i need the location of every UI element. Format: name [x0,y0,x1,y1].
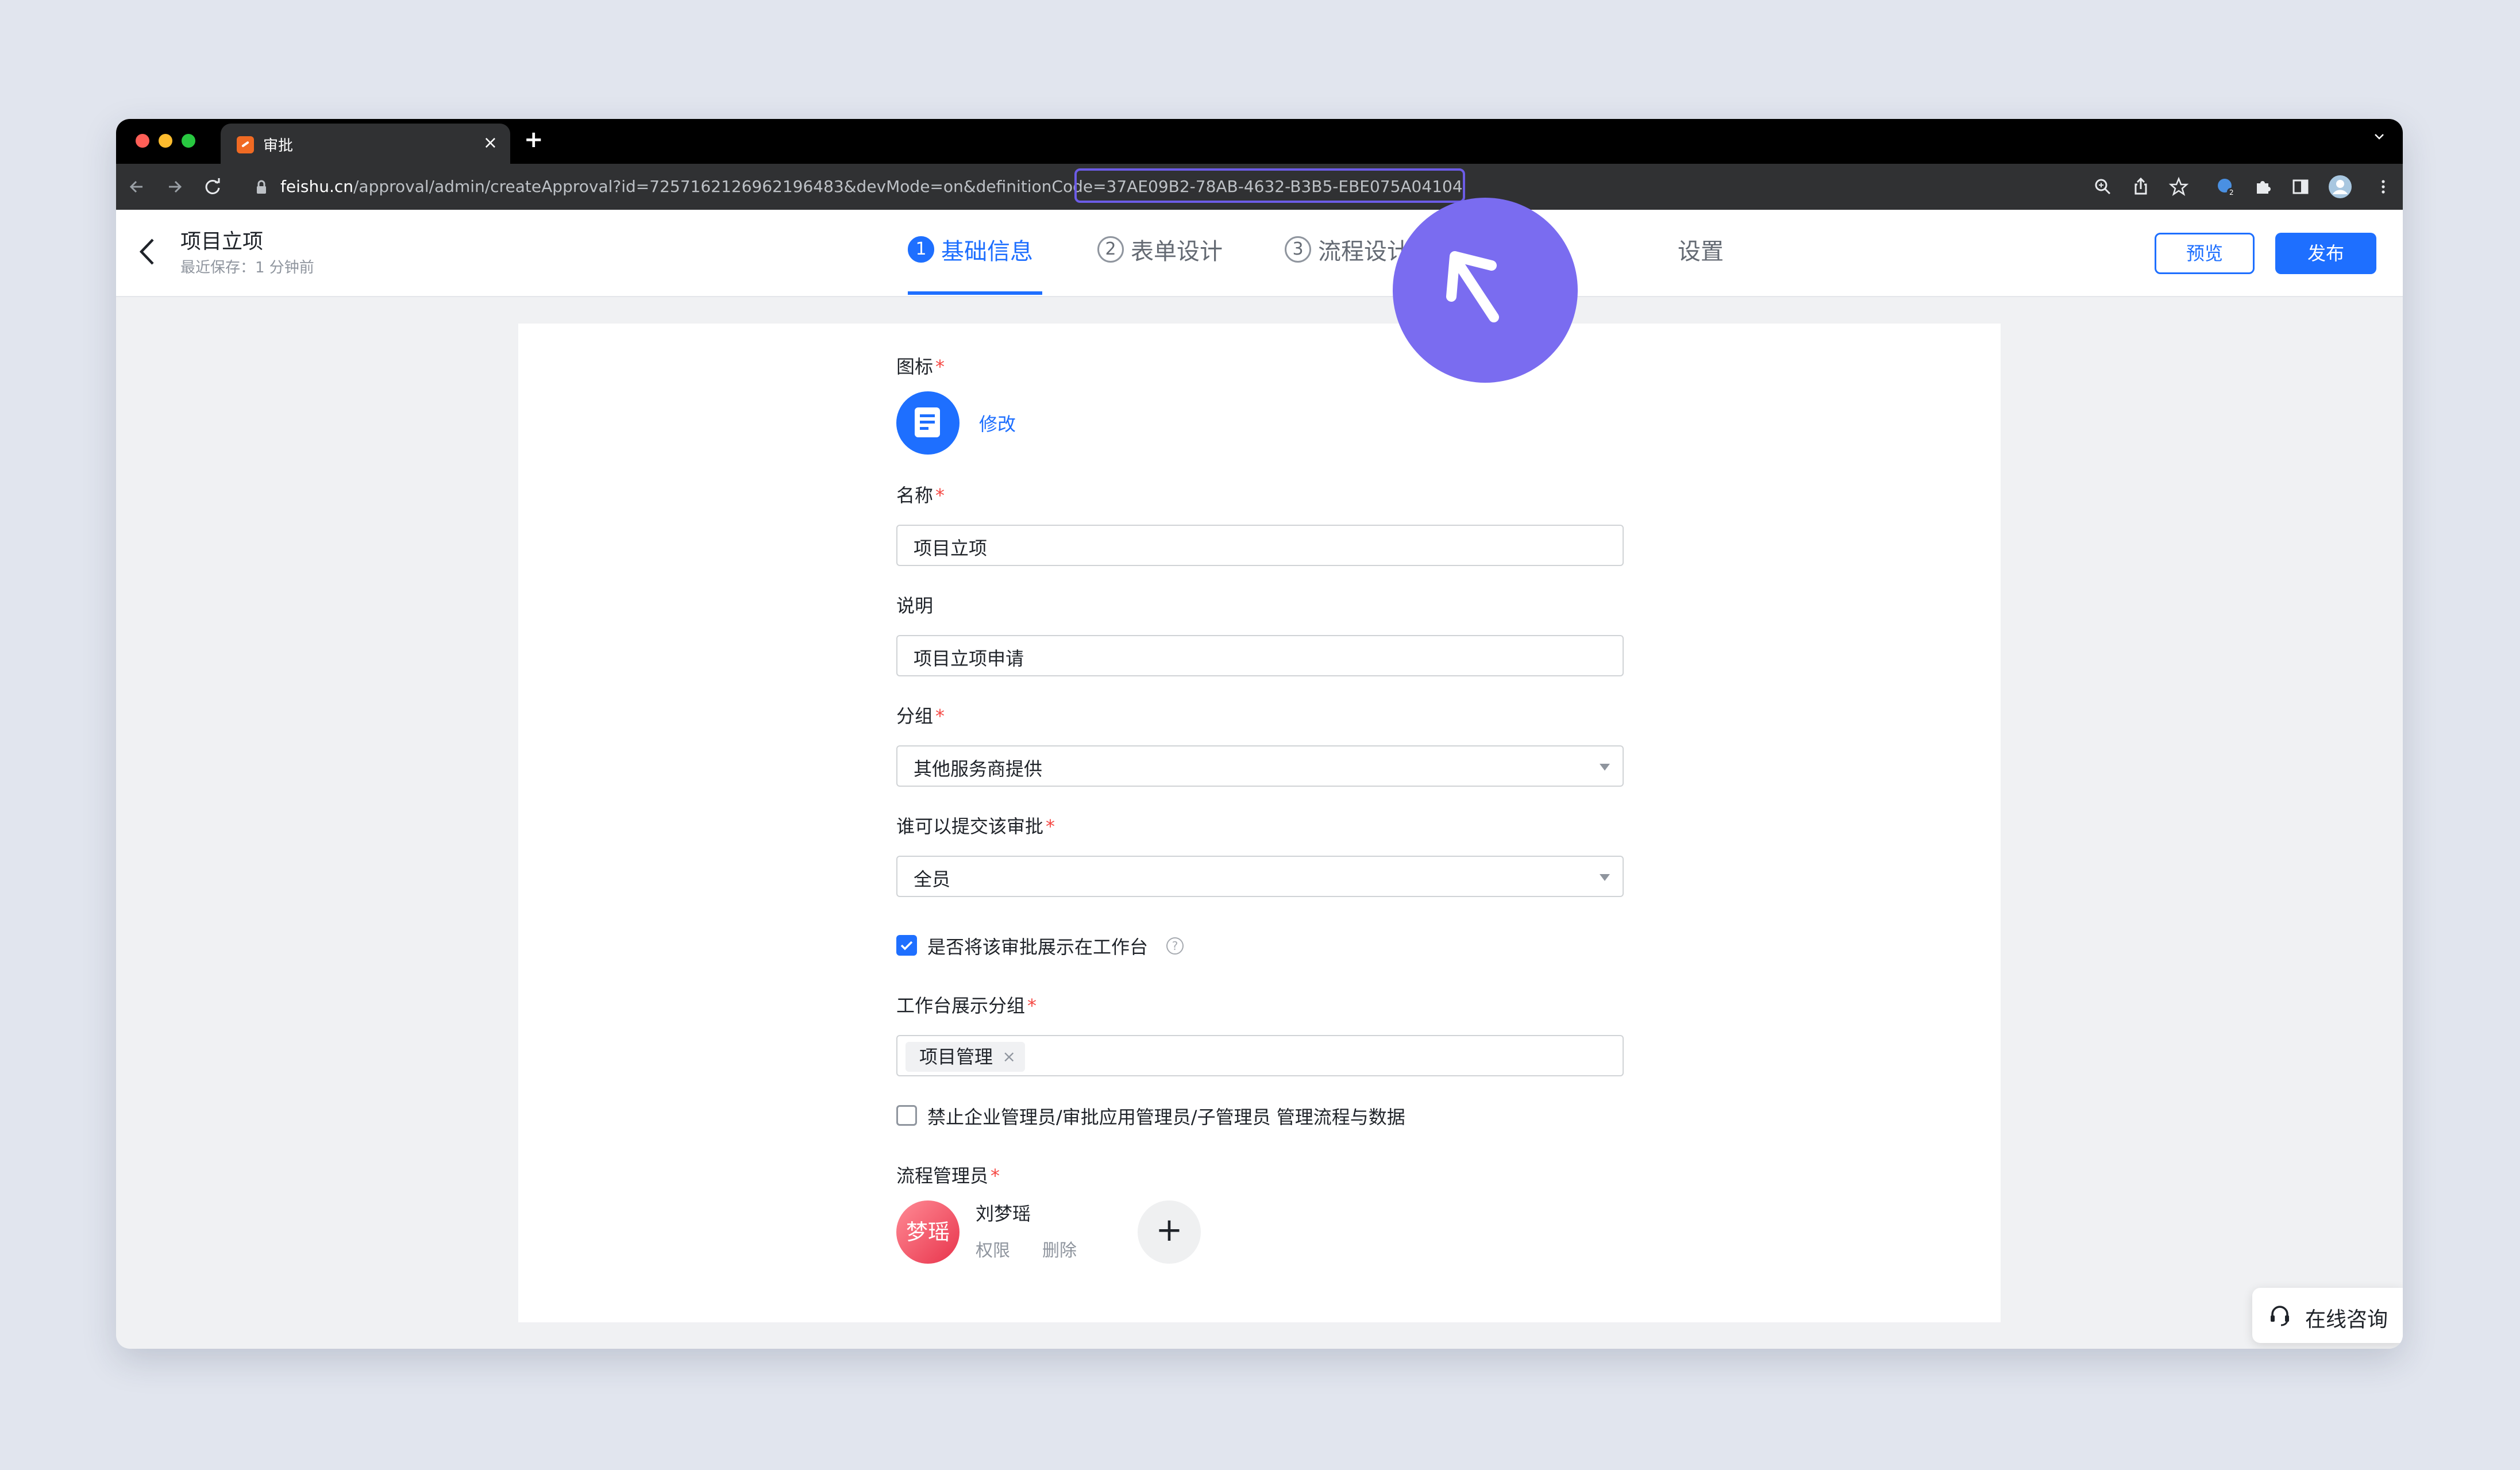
maximize-window-button[interactable] [182,134,195,148]
tab-close-icon[interactable]: × [483,132,498,155]
minimize-window-button[interactable] [159,134,172,148]
show-workbench-label[interactable]: 是否将该审批展示在工作台 [927,933,1148,959]
required-mark: * [935,705,945,727]
active-step-indicator [908,291,1042,295]
admin-name: 刘梦瑶 [976,1203,1031,1225]
tag-remove-icon[interactable]: × [1003,1042,1016,1072]
required-mark: * [1027,995,1037,1017]
selected-tag: 项目管理 × [905,1042,1026,1072]
cursor-overlay [1393,198,1578,383]
label-text: 名称 [896,484,934,506]
step-settings[interactable]: 设置 [1678,233,1724,267]
browser-tab[interactable]: 审批 × [221,124,510,164]
forbid-admins-checkbox[interactable] [896,1105,917,1126]
step-label: 基础信息 [941,238,1033,265]
step-label: 流程设计 [1318,238,1410,265]
step-basic-info[interactable]: 1 基础信息 [908,233,1033,267]
help-icon[interactable]: ? [1166,937,1184,955]
description-field-label: 说明 [896,595,934,617]
chevron-down-icon[interactable] [2374,132,2384,142]
name-input-value: 项目立项 [914,537,988,559]
forward-arrow-icon[interactable] [164,176,185,197]
app-header: 项目立项 最近保存：1 分钟前 1 基础信息 2 表单设计 3 流程设计 设置 预览 … [116,210,2403,297]
back-icon[interactable] [133,232,162,272]
label-text: 图标 [896,356,934,378]
url-code-highlight [1074,168,1465,203]
kebab-menu-icon[interactable] [2373,176,2394,197]
dropdown-caret-icon [1600,764,1610,771]
lock-icon[interactable] [254,179,269,196]
approval-favicon-icon [237,136,254,153]
workbench-group-multiselect[interactable]: 项目管理 × [896,1035,1624,1076]
star-icon[interactable] [2168,176,2189,197]
required-mark: * [935,484,945,506]
group-field-label: 分组 * [896,702,945,728]
approval-app-icon[interactable] [896,391,960,455]
tab-strip: 审批 × + [116,119,2403,164]
description-input[interactable]: 项目立项申请 [896,635,1624,676]
zoom-icon[interactable] [2093,176,2113,197]
url-host: feishu.cn [280,177,353,196]
required-mark: * [991,1165,1000,1187]
url-path: /approval/admin/createApproval?id=725716… [353,177,1107,196]
modify-icon-link[interactable]: 修改 [979,410,1016,436]
svg-text:2: 2 [2229,188,2234,197]
group-select-value: 其他服务商提供 [914,758,1043,780]
admin-delete-link[interactable]: 删除 [1042,1236,1077,1261]
show-workbench-checkbox[interactable] [896,935,917,956]
address-bar: feishu.cn/approval/admin/createApproval?… [116,164,2403,210]
online-consult-label: 在线咨询 [2305,1308,2388,1332]
document-icon [915,407,940,437]
headset-icon [2271,1306,2289,1326]
step-number: 2 [1097,236,1124,263]
label-text: 分组 [896,705,934,727]
step-label: 表单设计 [1131,238,1223,265]
online-consult-button[interactable]: 在线咨询 [2252,1288,2403,1343]
publish-button[interactable]: 发布 [2275,233,2376,274]
add-admin-button[interactable]: + [1138,1200,1201,1264]
label-text: 流程管理员 [896,1165,989,1187]
name-field-label: 名称 * [896,481,945,507]
cursor-arrow-icon [1446,251,1499,322]
form-panel: 图标 * 修改 名称 * 项目立项 说明 项目立项申请 分组 * 其他服务商提供 谁可… [518,324,2001,1322]
avatar: 梦瑶 [896,1200,960,1264]
tag-label: 项目管理 [919,1046,993,1068]
check-icon [900,941,913,951]
required-mark: * [1046,815,1055,837]
share-icon[interactable] [2130,176,2151,197]
profile-icon[interactable] [2328,175,2352,199]
sidebar-icon[interactable] [2290,176,2311,197]
required-mark: * [935,356,945,378]
workbench-group-label: 工作台展示分组 * [896,991,1036,1018]
step-number: 1 [908,236,934,263]
step-form-design[interactable]: 2 表单设计 [1097,233,1223,267]
forbid-admins-label[interactable]: 禁止企业管理员/审批应用管理员/子管理员 管理流程与数据 [927,1103,1405,1129]
description-input-value: 项目立项申请 [914,648,1024,669]
page-title: 项目立项 [180,230,264,253]
label-text: 工作台展示分组 [896,995,1026,1017]
group-select[interactable]: 其他服务商提供 [896,745,1624,787]
flow-admin-label: 流程管理员 * [896,1161,1000,1188]
last-saved-text: 最近保存：1 分钟前 [180,259,314,276]
label-text: 谁可以提交该审批 [896,815,1044,837]
admin-permission-link[interactable]: 权限 [976,1236,1010,1261]
dropdown-caret-icon [1600,874,1610,881]
reload-icon[interactable] [202,176,223,197]
close-window-button[interactable] [136,134,149,148]
step-flow-design[interactable]: 3 流程设计 [1285,233,1410,267]
name-input[interactable]: 项目立项 [896,525,1624,566]
step-label: 设置 [1678,238,1724,265]
extension-icon[interactable]: 2 [2215,176,2236,197]
browser-window: 审批 × + feishu.cn/approval/admin/createAp… [116,119,2403,1349]
step-number: 3 [1285,236,1311,263]
new-tab-button[interactable]: + [524,127,544,152]
preview-button[interactable]: 预览 [2155,233,2255,274]
submitter-select-value: 全员 [914,868,951,890]
icon-field-label: 图标 * [896,352,945,379]
back-arrow-icon[interactable] [126,176,147,197]
submitter-field-label: 谁可以提交该审批 * [896,812,1055,838]
puzzle-icon[interactable] [2252,176,2273,197]
submitter-select[interactable]: 全员 [896,856,1624,897]
tab-title: 审批 [263,137,294,155]
